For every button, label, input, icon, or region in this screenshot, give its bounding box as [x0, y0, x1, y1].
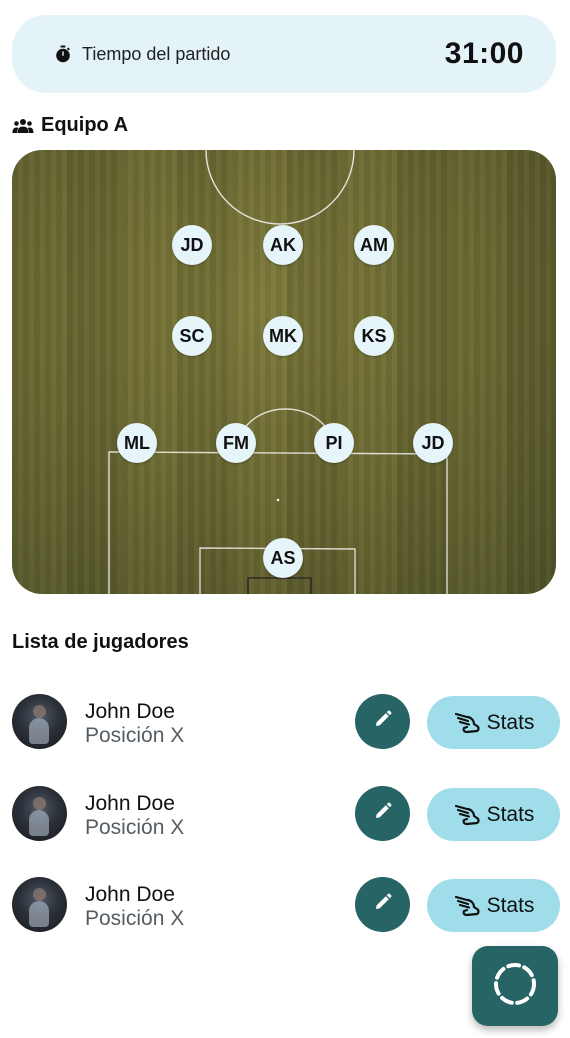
boot-kick-icon — [453, 709, 481, 737]
player-marker-am[interactable]: AM — [354, 225, 394, 265]
dashed-circle-icon — [492, 961, 538, 1012]
soccer-field: JD AK AM SC MK KS ML FM PI JD AS — [12, 150, 556, 594]
player-position: Posición X — [85, 724, 185, 747]
boot-kick-icon — [453, 801, 481, 829]
player-row: John Doe Posición X Stats — [12, 786, 560, 842]
player-marker-jd[interactable]: JD — [413, 423, 453, 463]
player-row: John Doe Posición X Stats — [12, 694, 560, 750]
player-marker-jd[interactable]: JD — [172, 225, 212, 265]
player-stats-button[interactable]: Stats — [427, 788, 560, 841]
pencil-icon — [373, 801, 393, 826]
player-name: John Doe — [85, 883, 175, 906]
stats-label: Stats — [486, 802, 535, 826]
avatar[interactable] — [12, 694, 67, 749]
player-marker-fm[interactable]: FM — [216, 423, 256, 463]
player-marker-pi[interactable]: PI — [314, 423, 354, 463]
player-marker-ks[interactable]: KS — [354, 316, 394, 356]
player-marker-sc[interactable]: SC — [172, 316, 212, 356]
player-marker-ak[interactable]: AK — [263, 225, 303, 265]
edit-player-button[interactable] — [355, 694, 410, 749]
timer-label: Tiempo del partido — [82, 43, 231, 64]
team-name: Equipo A — [41, 114, 129, 136]
edit-player-button[interactable] — [355, 786, 410, 841]
boot-kick-icon — [453, 892, 481, 920]
field-lines — [108, 150, 448, 594]
player-stats-button[interactable]: Stats — [427, 696, 560, 749]
pencil-icon — [373, 892, 393, 917]
avatar[interactable] — [12, 786, 67, 841]
player-name: John Doe — [85, 700, 175, 723]
stats-label: Stats — [486, 893, 535, 917]
substitution-fab[interactable] — [472, 946, 558, 1026]
edit-player-button[interactable] — [355, 877, 410, 932]
team-header: Equipo A — [12, 114, 128, 137]
player-position: Posición X — [85, 907, 185, 930]
pencil-icon — [373, 709, 393, 734]
player-marker-ml[interactable]: ML — [117, 423, 157, 463]
avatar[interactable] — [12, 877, 67, 932]
stopwatch-icon — [54, 45, 72, 63]
player-marker-as[interactable]: AS — [263, 538, 303, 578]
player-name: John Doe — [85, 792, 175, 815]
players-list-title: Lista de jugadores — [12, 631, 189, 653]
player-position: Posición X — [85, 816, 185, 839]
stats-label: Stats — [486, 710, 535, 734]
player-row: John Doe Posición X Stats — [12, 877, 560, 933]
player-marker-mk[interactable]: MK — [263, 316, 303, 356]
timer-value: 31:00 — [444, 37, 524, 70]
match-timer-bar: Tiempo del partido 31:00 — [12, 15, 556, 93]
group-icon — [12, 118, 34, 134]
player-stats-button[interactable]: Stats — [427, 879, 560, 932]
